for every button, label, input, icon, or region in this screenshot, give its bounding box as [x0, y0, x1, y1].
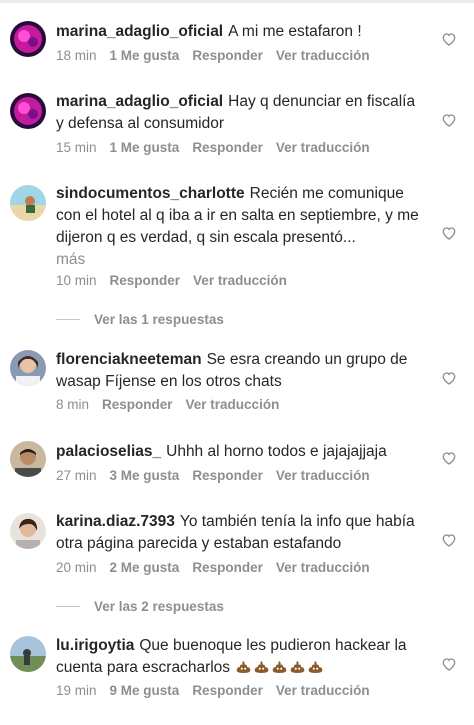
- heart-icon[interactable]: [441, 532, 457, 548]
- comment-meta: 20 min 2 Me gusta Responder Ver traducción: [56, 560, 383, 575]
- avatar[interactable]: [10, 93, 46, 129]
- reply-button[interactable]: Responder: [192, 560, 263, 575]
- likes-count[interactable]: 3 Me gusta: [110, 468, 180, 483]
- avatar[interactable]: [10, 185, 46, 221]
- comment-meta: 18 min 1 Me gusta Responder Ver traducción: [56, 48, 383, 63]
- comment-username[interactable]: lu.irigoytia: [56, 637, 134, 654]
- likes-count[interactable]: 1 Me gusta: [110, 48, 180, 63]
- reply-button[interactable]: Responder: [192, 48, 263, 63]
- comment-text: florenciakneeteman Se esra creando un gru…: [56, 349, 424, 393]
- heart-icon[interactable]: [441, 31, 457, 47]
- comment-username[interactable]: karina.diaz.7393: [56, 513, 175, 530]
- translate-button[interactable]: Ver traducción: [276, 683, 370, 698]
- likes-count[interactable]: 1 Me gusta: [110, 140, 180, 155]
- comment-time: 15 min: [56, 140, 97, 155]
- comment-time: 19 min: [56, 683, 97, 698]
- pile-of-poo-emoji: [273, 661, 287, 673]
- comment-time: 10 min: [56, 273, 97, 288]
- reply-button[interactable]: Responder: [192, 683, 263, 698]
- comment-text: karina.diaz.7393 Yo también tenía la info…: [56, 511, 424, 555]
- pile-of-poo-emoji: [255, 661, 269, 673]
- reply-button[interactable]: Responder: [102, 397, 173, 412]
- avatar[interactable]: [10, 441, 46, 477]
- comment-meta: 27 min 3 Me gusta Responder Ver traducción: [56, 468, 383, 483]
- comment-meta: 19 min 9 Me gusta Responder Ver traducción: [56, 683, 383, 698]
- translate-button[interactable]: Ver traducción: [276, 560, 370, 575]
- comment-text: marina_adaglio_oficial A mi me estafaron …: [56, 21, 424, 43]
- avatar[interactable]: [10, 513, 46, 549]
- translate-button[interactable]: Ver traducción: [276, 468, 370, 483]
- reply-button[interactable]: Responder: [192, 140, 263, 155]
- comment-text: sindocumentos_charlotte Recién me comuniq…: [56, 183, 424, 271]
- translate-button[interactable]: Ver traducción: [193, 273, 287, 288]
- comment-username[interactable]: palacioselias_: [56, 443, 161, 460]
- replies-divider: [56, 606, 80, 607]
- translate-button[interactable]: Ver traducción: [276, 48, 370, 63]
- translate-button[interactable]: Ver traducción: [186, 397, 280, 412]
- comment-username[interactable]: marina_adaglio_oficial: [56, 93, 223, 110]
- heart-icon[interactable]: [441, 370, 457, 386]
- comment-username[interactable]: sindocumentos_charlotte: [56, 185, 245, 202]
- pile-of-poo-emoji: [237, 661, 251, 673]
- see-more-link[interactable]: más: [56, 249, 424, 271]
- comment-time: 20 min: [56, 560, 97, 575]
- view-replies-button[interactable]: Ver las 1 respuestas: [56, 312, 224, 327]
- comment-username[interactable]: marina_adaglio_oficial: [56, 23, 223, 40]
- comment-time: 27 min: [56, 468, 97, 483]
- comment-time: 18 min: [56, 48, 97, 63]
- comment-body: Uhhh al horno todos e jajajajjaja: [166, 443, 387, 460]
- comment-time: 8 min: [56, 397, 90, 412]
- comment-meta: 8 min Responder Ver traducción: [56, 397, 292, 412]
- reply-button[interactable]: Responder: [110, 273, 181, 288]
- heart-icon[interactable]: [441, 656, 457, 672]
- comment-text: marina_adaglio_oficial Hay q denunciar en…: [56, 91, 424, 135]
- comment-meta: 15 min 1 Me gusta Responder Ver traducción: [56, 140, 383, 155]
- heart-icon[interactable]: [441, 225, 457, 241]
- avatar[interactable]: [10, 21, 46, 57]
- likes-count[interactable]: 9 Me gusta: [110, 683, 180, 698]
- comment-meta: 10 min Responder Ver traducción: [56, 273, 300, 288]
- heart-icon[interactable]: [441, 112, 457, 128]
- pile-of-poo-emoji: [291, 661, 305, 673]
- top-divider: [0, 0, 474, 3]
- comment-body: A mi me estafaron !: [228, 23, 362, 40]
- replies-divider: [56, 319, 80, 320]
- view-replies-label[interactable]: Ver las 2 respuestas: [94, 599, 224, 614]
- comment-text: palacioselias_ Uhhh al horno todos e jaja…: [56, 441, 424, 463]
- view-replies-button[interactable]: Ver las 2 respuestas: [56, 599, 224, 614]
- reply-button[interactable]: Responder: [192, 468, 263, 483]
- comment-username[interactable]: florenciakneeteman: [56, 351, 202, 368]
- avatar[interactable]: [10, 636, 46, 672]
- pile-of-poo-emoji: [309, 661, 323, 673]
- emoji-group: [234, 659, 324, 676]
- translate-button[interactable]: Ver traducción: [276, 140, 370, 155]
- comment-text: lu.irigoytia Que buenoque les pudieron ha…: [56, 635, 424, 679]
- view-replies-label[interactable]: Ver las 1 respuestas: [94, 312, 224, 327]
- avatar[interactable]: [10, 350, 46, 386]
- likes-count[interactable]: 2 Me gusta: [110, 560, 180, 575]
- heart-icon[interactable]: [441, 450, 457, 466]
